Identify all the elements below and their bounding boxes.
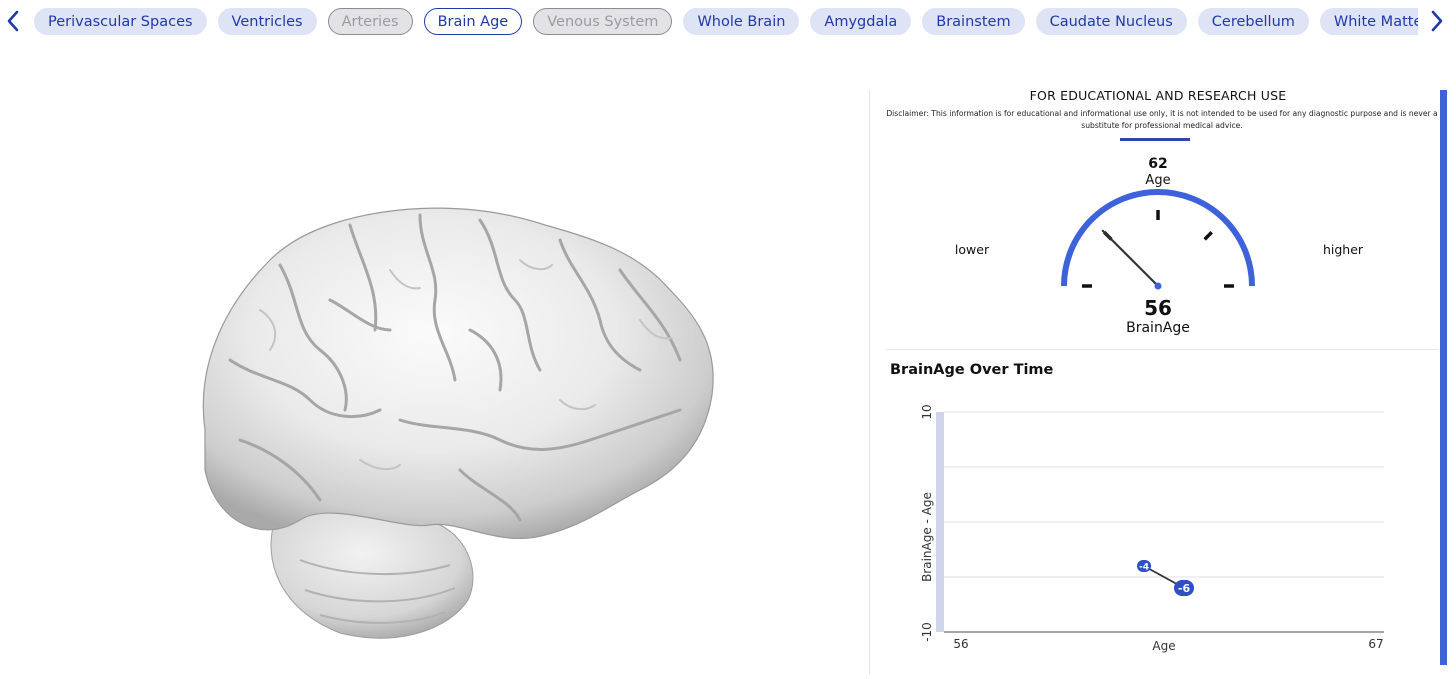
section-divider <box>886 349 1438 350</box>
chevron-right-icon <box>1431 10 1443 32</box>
brainage-label: BrainAge <box>1126 320 1190 336</box>
panel-scrollbar[interactable] <box>1440 90 1447 665</box>
tab-cerebellum[interactable]: Cerebellum <box>1197 8 1309 35</box>
tab-ventricles[interactable]: Ventricles <box>217 8 317 35</box>
gauge-ticks <box>1082 210 1234 288</box>
tab-perivascular-spaces[interactable]: Perivascular Spaces <box>34 8 207 35</box>
age-value: 62 <box>1148 156 1168 172</box>
y-tick-label: 10 <box>920 404 934 419</box>
panel-divider <box>869 90 870 675</box>
tab-brainstem[interactable]: Brainstem <box>922 8 1025 35</box>
disclaimer-underline <box>1120 138 1190 141</box>
gauge-needle <box>1101 229 1160 288</box>
tab-brain-age[interactable]: Brain Age <box>423 8 523 35</box>
tabs-viewport: Perivascular Spaces Ventricles Arteries Bra… <box>34 0 1418 44</box>
disclaimer-title: FOR EDUCATIONAL AND RESEARCH USE <box>1029 88 1287 103</box>
series-group: -4 -6 <box>1137 560 1194 596</box>
x-axis-label: Age <box>1152 639 1175 653</box>
disclaimer-text: Disclaimer: This information is for educ… <box>886 109 1438 130</box>
scroll-right-button[interactable] <box>1424 6 1450 36</box>
region-tab-bar: Perivascular Spaces Ventricles Arteries Bra… <box>0 0 1456 44</box>
scroll-left-button[interactable] <box>0 6 26 36</box>
y-axis-label: BrainAge - Age <box>920 492 934 582</box>
chevron-left-icon <box>7 10 19 32</box>
tab-arteries: Arteries <box>327 8 413 35</box>
data-point-label: -4 <box>1139 563 1149 573</box>
tab-whole-brain[interactable]: Whole Brain <box>683 8 800 35</box>
tab-list: Perivascular Spaces Ventricles Arteries Bra… <box>34 8 1418 35</box>
gauge-needle-hub <box>1154 282 1162 290</box>
chart-grid <box>944 411 1384 578</box>
tab-venous-system: Venous System <box>533 8 673 35</box>
gauge-arc <box>1061 189 1255 287</box>
tab-amygdala[interactable]: Amygdala <box>810 8 912 35</box>
chart-title: BrainAge Over Time <box>890 362 1054 378</box>
data-point-label: -6 <box>1178 582 1191 595</box>
tab-white-matter[interactable]: White Matter <box>1319 8 1418 35</box>
x-tick-label: 56 <box>953 637 968 651</box>
brainage-value: 56 <box>1144 296 1172 320</box>
brainage-over-time-chart: 10 -10 56 67 BrainAge - Age Age -4 -6 <box>920 404 1384 653</box>
gauge-tick <box>1203 231 1213 241</box>
gauge-lower-label: lower <box>954 242 990 257</box>
tab-caudate-nucleus[interactable]: Caudate Nucleus <box>1035 8 1187 35</box>
y-axis-band <box>936 412 944 632</box>
brain-3d-model-icon <box>202 207 714 639</box>
brain-age-gauge <box>1061 189 1255 290</box>
x-tick-label: 67 <box>1368 637 1383 651</box>
brain-3d-viewer[interactable] <box>0 44 868 675</box>
gauge-higher-label: higher <box>1322 242 1364 257</box>
y-tick-label: -10 <box>920 622 934 642</box>
